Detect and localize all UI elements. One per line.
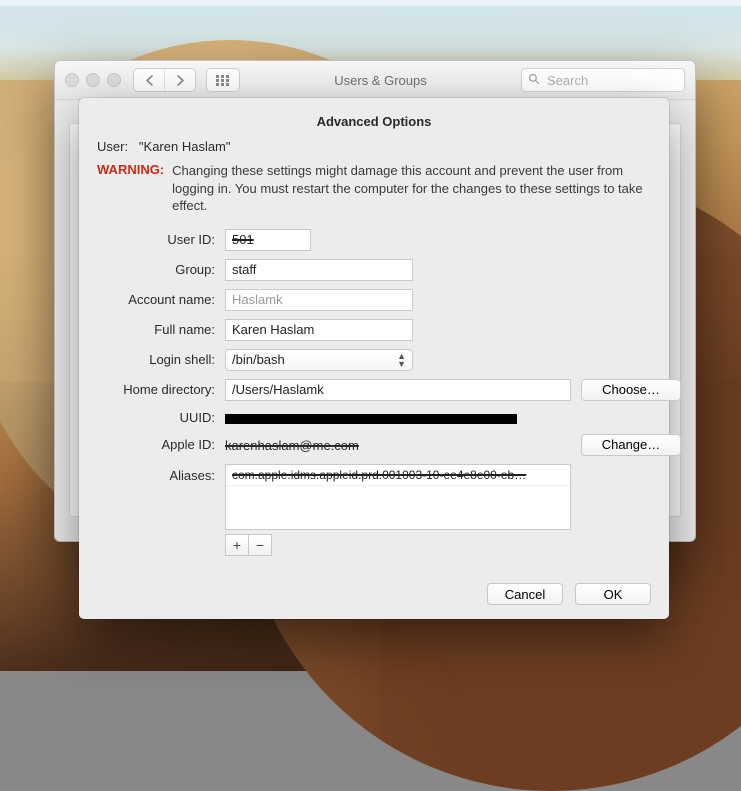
label-account-name: Account name: <box>97 292 215 307</box>
change-button[interactable]: Change… <box>581 434 681 456</box>
back-button[interactable] <box>134 69 164 91</box>
remove-alias-button[interactable]: − <box>248 534 272 556</box>
label-full-name: Full name: <box>97 322 215 337</box>
user-line: User: "Karen Haslam" <box>97 139 651 154</box>
warning-text: Changing these settings might damage thi… <box>172 162 651 215</box>
close-icon[interactable] <box>65 73 79 87</box>
zoom-icon[interactable] <box>107 73 121 87</box>
window-title: Users & Groups <box>246 73 515 88</box>
login-shell-value: /bin/bash <box>232 352 285 367</box>
alias-plus-minus: + − <box>225 534 571 556</box>
home-directory-field[interactable] <box>225 379 571 401</box>
user-value: "Karen Haslam" <box>139 139 231 154</box>
alias-row[interactable]: com.apple.idms.appleid.prd.001003-10-ee4… <box>226 465 570 486</box>
advanced-options-sheet: Advanced Options User: "Karen Haslam" WA… <box>79 98 669 619</box>
uuid-value <box>225 409 571 426</box>
traffic-lights <box>65 73 121 87</box>
apple-id-value: karenhaslam@me.com <box>225 438 359 453</box>
full-name-field[interactable] <box>225 319 413 341</box>
chevron-updown-icon: ▲▼ <box>397 352 406 368</box>
ok-button[interactable]: OK <box>575 583 651 605</box>
choose-button[interactable]: Choose… <box>581 379 681 401</box>
label-user-id: User ID: <box>97 232 215 247</box>
label-aliases: Aliases: <box>97 464 215 483</box>
label-uuid: UUID: <box>97 410 215 425</box>
label-group: Group: <box>97 262 215 277</box>
group-field[interactable] <box>225 259 413 281</box>
warning-label: WARNING: <box>97 162 164 177</box>
form-grid: User ID: Group: Account name: Full name:… <box>97 229 651 556</box>
forward-button[interactable] <box>164 69 195 91</box>
account-name-field[interactable] <box>225 289 413 311</box>
user-id-field[interactable] <box>225 229 311 251</box>
minimize-icon[interactable] <box>86 73 100 87</box>
cancel-button[interactable]: Cancel <box>487 583 563 605</box>
label-apple-id: Apple ID: <box>97 437 215 452</box>
window-titlebar: Users & Groups <box>55 61 695 100</box>
aliases-list[interactable]: com.apple.idms.appleid.prd.001003-10-ee4… <box>225 464 571 530</box>
login-shell-select[interactable]: /bin/bash ▲▼ <box>225 349 413 371</box>
label-login-shell: Login shell: <box>97 352 215 367</box>
nav-back-forward <box>133 68 196 92</box>
user-label: User: <box>97 139 128 154</box>
search-field[interactable] <box>521 68 685 92</box>
show-all-button[interactable] <box>206 68 240 92</box>
search-input[interactable] <box>545 72 678 89</box>
sheet-heading: Advanced Options <box>97 114 651 129</box>
search-icon <box>528 73 540 88</box>
warning-row: WARNING: Changing these settings might d… <box>97 162 651 215</box>
label-home-directory: Home directory: <box>97 382 215 397</box>
add-alias-button[interactable]: + <box>225 534 249 556</box>
sheet-footer: Cancel OK <box>487 583 651 605</box>
